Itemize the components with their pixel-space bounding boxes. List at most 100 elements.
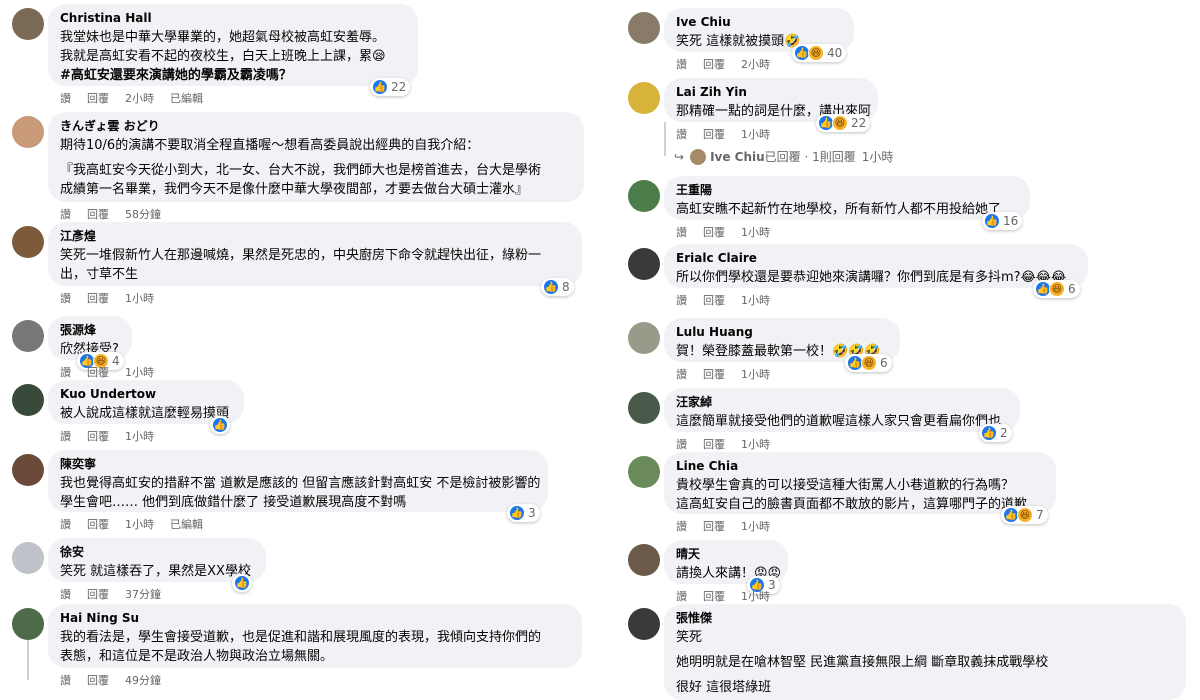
comment-author[interactable]: 晴天 [676, 546, 776, 563]
comment-author[interactable]: Christina Hall [60, 10, 406, 27]
reply-action-link[interactable]: 回覆 [703, 226, 725, 239]
reaction-summary[interactable]: 👍 3 [507, 504, 540, 522]
like-action-link[interactable]: 讚 [676, 438, 687, 451]
reaction-summary[interactable]: 👍 [210, 416, 230, 434]
avatar[interactable] [12, 608, 44, 640]
comment-author[interactable]: 汪家綽 [676, 394, 1008, 411]
reaction-summary[interactable]: 👍 8 [541, 278, 574, 296]
like-action-link[interactable]: 讚 [676, 294, 687, 307]
avatar[interactable] [12, 542, 44, 574]
reaction-summary[interactable]: 👍 😆 22 [816, 114, 871, 132]
comment-timestamp[interactable]: 58分鐘 [125, 208, 161, 221]
reply-action-link[interactable]: 回覆 [87, 430, 109, 443]
reply-action-link[interactable]: 回覆 [87, 588, 109, 601]
reply-action-link[interactable]: 回覆 [87, 292, 109, 305]
reply-action-link[interactable]: 回覆 [703, 590, 725, 603]
like-action-link[interactable]: 讚 [60, 366, 71, 379]
reply-action-link[interactable]: 回覆 [703, 368, 725, 381]
like-action-link[interactable]: 讚 [676, 58, 687, 71]
avatar[interactable] [12, 454, 44, 486]
reply-action-link[interactable]: 回覆 [703, 520, 725, 533]
reply-action-link[interactable]: 回覆 [703, 128, 725, 141]
avatar[interactable] [628, 456, 660, 488]
comment-timestamp[interactable]: 1小時 [741, 438, 770, 451]
reply-action-link[interactable]: 回覆 [703, 58, 725, 71]
like-action-link[interactable]: 讚 [676, 128, 687, 141]
avatar[interactable] [628, 82, 660, 114]
like-action-link[interactable]: 讚 [60, 92, 71, 105]
like-action-link[interactable]: 讚 [676, 520, 687, 533]
comment-timestamp[interactable]: 1小時 [741, 294, 770, 307]
comment-author[interactable]: Lulu Huang [676, 324, 888, 341]
reply-action-link[interactable]: 回覆 [87, 92, 109, 105]
comment-author[interactable]: Lai Zih Yin [676, 84, 866, 101]
edited-label[interactable]: 已編輯 [170, 92, 203, 105]
comment-text-line: 出，寸草不生 [60, 267, 139, 282]
reaction-summary[interactable]: 👍 2 [979, 424, 1012, 442]
reply-action-link[interactable]: 回覆 [87, 674, 109, 687]
like-action-link[interactable]: 讚 [60, 518, 71, 531]
avatar[interactable] [12, 8, 44, 40]
edited-label[interactable]: 已編輯 [170, 518, 203, 531]
comment-author[interactable]: Kuo Undertow [60, 386, 232, 403]
reply-action-link[interactable]: 回覆 [87, 208, 109, 221]
comment-author[interactable]: 陳奕寧 [60, 456, 536, 473]
reply-action-link[interactable]: 回覆 [87, 518, 109, 531]
comment-timestamp[interactable]: 1小時 [741, 520, 770, 533]
comment-timestamp[interactable]: 49分鐘 [125, 674, 161, 687]
like-action-link[interactable]: 讚 [60, 674, 71, 687]
reply-summary[interactable]: ↪ Ive Chiu 已回覆 · 1則回覆 1小時 [674, 148, 893, 165]
avatar[interactable] [628, 12, 660, 44]
comment-author[interactable]: 江彥煌 [60, 228, 570, 245]
comment-timestamp[interactable]: 1小時 [741, 590, 770, 603]
comment-timestamp[interactable]: 1小時 [125, 518, 154, 531]
like-action-link[interactable]: 讚 [60, 292, 71, 305]
comment-author[interactable]: 王重陽 [676, 182, 1018, 199]
avatar[interactable] [628, 180, 660, 212]
avatar[interactable] [628, 544, 660, 576]
comment-timestamp[interactable]: 37分鐘 [125, 588, 161, 601]
avatar[interactable] [628, 392, 660, 424]
like-action-link[interactable]: 讚 [60, 430, 71, 443]
avatar[interactable] [12, 384, 44, 416]
comment-author[interactable]: 徐安 [60, 544, 254, 561]
reaction-summary[interactable]: 👍 😆 7 [1001, 506, 1048, 524]
reaction-summary[interactable]: 👍 😆 6 [1033, 280, 1080, 298]
comment-author[interactable]: Erialc Claire [676, 250, 1076, 267]
reply-action-link[interactable]: 回覆 [703, 294, 725, 307]
like-action-link[interactable]: 讚 [676, 226, 687, 239]
comment-timestamp[interactable]: 1小時 [741, 226, 770, 239]
avatar[interactable] [628, 248, 660, 280]
avatar[interactable] [628, 608, 660, 640]
avatar[interactable] [12, 320, 44, 352]
reaction-summary[interactable]: 👍 😆 40 [792, 44, 847, 62]
comment-timestamp[interactable]: 1小時 [125, 292, 154, 305]
comment-timestamp[interactable]: 1小時 [741, 368, 770, 381]
like-action-link[interactable]: 讚 [60, 588, 71, 601]
comment-timestamp[interactable]: 1小時 [125, 430, 154, 443]
reaction-summary[interactable]: 👍 [232, 574, 252, 592]
comment-author[interactable]: 張惟傑 [676, 610, 1174, 627]
reaction-summary[interactable]: 👍 16 [982, 212, 1023, 230]
like-action-link[interactable]: 讚 [676, 368, 687, 381]
comment-text-line: 我的看法是，學生會接受道歉，也是促進和諧和展現風度的表現，我傾向支持你們的 [60, 630, 542, 645]
avatar[interactable] [12, 226, 44, 258]
reply-action-link[interactable]: 回覆 [87, 366, 109, 379]
comment-author[interactable]: Hai Ning Su [60, 610, 570, 627]
comment-timestamp[interactable]: 1小時 [125, 366, 154, 379]
comment-timestamp[interactable]: 1小時 [741, 128, 770, 141]
comment-text-line: 笑死 [676, 630, 703, 645]
comment-timestamp[interactable]: 2小時 [741, 58, 770, 71]
comment-author[interactable]: Line Chia [676, 458, 1044, 475]
like-action-link[interactable]: 讚 [676, 590, 687, 603]
like-action-link[interactable]: 讚 [60, 208, 71, 221]
comment-author[interactable]: きんぎょ雲 おどり [60, 118, 572, 135]
comment-timestamp[interactable]: 2小時 [125, 92, 154, 105]
reaction-summary[interactable]: 👍 😆 6 [845, 354, 892, 372]
reaction-summary[interactable]: 👍 22 [370, 78, 411, 96]
avatar[interactable] [628, 322, 660, 354]
avatar[interactable] [12, 116, 44, 148]
reply-action-link[interactable]: 回覆 [703, 438, 725, 451]
comment-author[interactable]: 張源烽 [60, 322, 120, 339]
comment-author[interactable]: Ive Chiu [676, 14, 842, 31]
